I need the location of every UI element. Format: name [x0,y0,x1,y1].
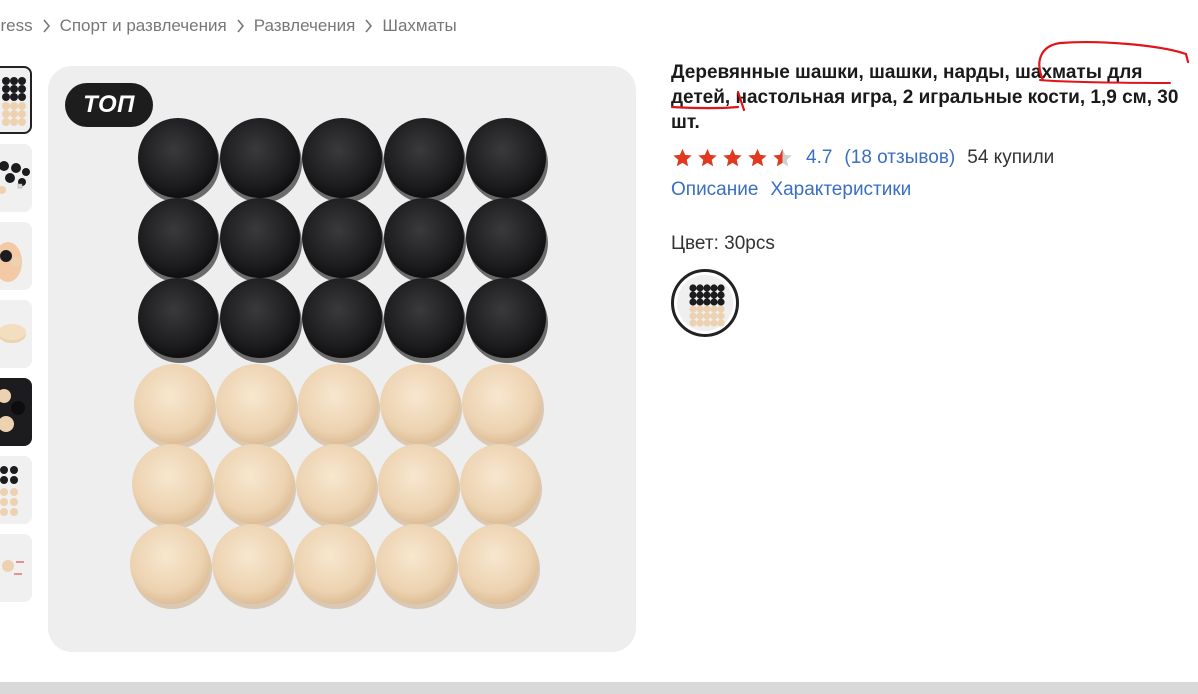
dark-checker-piece [302,278,382,358]
thumbnail-4[interactable] [0,300,32,368]
dark-checker-piece [220,118,300,198]
product-tabs: Описание Характеристики [671,179,1191,205]
rating-value[interactable]: 4.7 [806,147,832,169]
dark-checker-piece [466,278,546,358]
thumbnail-list [0,66,34,612]
thumbnail-1[interactable] [0,66,32,134]
star-icon [673,148,692,167]
product-title: Деревянные шашки, шашки, нарды, шахматы … [671,62,1179,133]
thumbnail-2[interactable] [0,144,32,212]
thumbnail-7[interactable] [0,534,32,602]
light-checker-piece [376,524,456,604]
light-checker-piece [216,364,296,444]
bottom-divider [0,682,1198,694]
chevron-right-icon [42,19,51,33]
light-checker-piece [294,524,374,604]
bought-count: 54 купили [967,147,1055,168]
dark-checker-piece [220,198,300,278]
dark-checker-piece [138,118,218,198]
tab-description[interactable]: Описание [671,179,758,205]
breadcrumb-item-home[interactable]: press [0,16,33,36]
light-checker-piece [212,524,292,604]
breadcrumb-item-entertainment[interactable]: Развлечения [254,16,356,36]
chevron-right-icon [364,19,373,33]
light-checker-piece [460,444,540,524]
chevron-right-icon [236,19,245,33]
light-checker-piece [462,364,542,444]
star-icon [748,148,767,167]
star-icon [698,148,717,167]
dark-checker-piece [220,278,300,358]
light-checker-piece [132,444,212,524]
light-checker-piece [214,444,294,524]
thumbnail-5[interactable] [0,378,32,446]
dark-checker-piece [384,118,464,198]
dark-checker-piece [384,278,464,358]
rating-stars [671,147,796,169]
top-badge: ТОП [65,83,153,127]
dark-checker-piece [302,198,382,278]
rating-row: 4.7 (18 отзывов) 54 купили [671,145,1191,171]
light-checker-piece [380,364,460,444]
star-half-icon [773,148,792,167]
dark-checker-piece [138,198,218,278]
dark-checker-piece [466,198,546,278]
checkers-pieces-image [130,118,548,609]
reviews-link[interactable]: (18 отзывов) [844,147,955,169]
color-option-30pcs[interactable] [671,269,739,337]
light-checker-piece [296,444,376,524]
thumbnail-6[interactable] [0,456,32,524]
dark-checker-piece [466,118,546,198]
light-checker-piece [458,524,538,604]
color-label: Цвет: 30pcs [671,233,775,254]
light-checker-piece [298,364,378,444]
breadcrumb-item-sport[interactable]: Спорт и развлечения [60,16,227,36]
dark-checker-piece [302,118,382,198]
dark-checker-piece [138,278,218,358]
star-icon [723,148,742,167]
product-main-image[interactable]: ТОП [48,66,636,652]
light-checker-piece [378,444,458,524]
product-info: Деревянные шашки, шашки, нарды, шахматы … [671,60,1191,337]
color-swatch-image [677,275,733,331]
breadcrumb: press Спорт и развлечения Развлечения Ша… [0,15,457,37]
dark-checker-piece [384,198,464,278]
breadcrumb-item-chess[interactable]: Шахматы [382,16,456,36]
tab-characteristics[interactable]: Характеристики [770,179,911,205]
thumbnail-3[interactable] [0,222,32,290]
light-checker-piece [130,524,210,604]
light-checker-piece [134,364,214,444]
